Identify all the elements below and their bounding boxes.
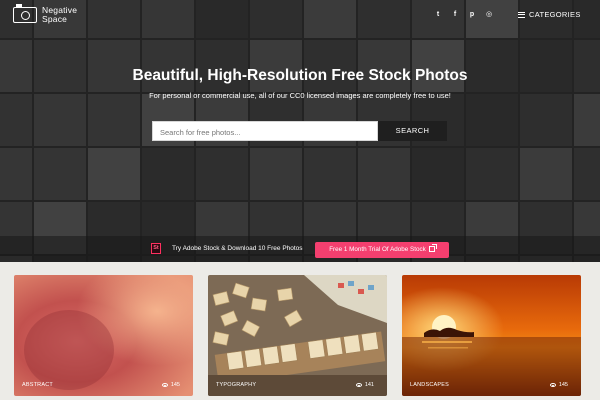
adobe-trial-button[interactable]: Free 1 Month Trial Of Adobe Stock	[315, 242, 449, 258]
hero-title: Beautiful, High-Resolution Free Stock Ph…	[132, 67, 468, 84]
trial-button-label: Free 1 Month Trial Of Adobe Stock	[329, 246, 426, 253]
hamburger-icon	[518, 11, 525, 18]
view-count: 141	[355, 382, 374, 388]
category-card-landscapes[interactable]: LANDSCAPES 145	[402, 275, 581, 396]
promo-text: Try Adobe Stock & Download 10 Free Photo…	[172, 245, 303, 252]
brand-name: Negative Space	[42, 5, 78, 24]
search-button[interactable]: SEARCH	[378, 121, 447, 141]
top-nav: Negative Space t f p ◎ CATEGORIES	[0, 0, 600, 30]
facebook-icon[interactable]: f	[452, 10, 458, 19]
eye-icon	[549, 383, 556, 387]
instagram-icon[interactable]: ◎	[486, 10, 492, 19]
category-label: ABSTRACT	[22, 382, 53, 388]
categories-label: CATEGORIES	[529, 10, 581, 19]
pinterest-icon[interactable]: p	[469, 10, 475, 19]
category-card-typography[interactable]: TYPOGRAPHY 141	[208, 275, 387, 396]
view-count-value: 141	[364, 382, 374, 388]
eye-icon	[355, 383, 362, 387]
search-box	[152, 121, 378, 142]
abstract-photo	[14, 275, 193, 396]
typography-photo	[208, 275, 387, 396]
category-label: LANDSCAPES	[410, 382, 449, 388]
camera-logo-icon	[13, 4, 37, 23]
adobe-stock-icon: St	[151, 243, 161, 254]
view-count-value: 145	[558, 382, 568, 388]
hero-subtitle: For personal or commercial use, all of o…	[149, 91, 451, 100]
category-card-abstract[interactable]: ABSTRACT 145	[14, 275, 193, 396]
hero-section: Negative Space t f p ◎ CATEGORIES Beauti…	[0, 0, 600, 262]
view-count-value: 145	[170, 382, 180, 388]
categories-menu-button[interactable]: CATEGORIES	[518, 10, 581, 19]
twitter-icon[interactable]: t	[435, 10, 441, 19]
external-link-icon	[428, 244, 437, 252]
search-input[interactable]	[153, 123, 377, 142]
view-count: 145	[161, 382, 180, 388]
social-links: t f p ◎	[435, 10, 492, 19]
view-count: 145	[549, 382, 568, 388]
category-label: TYPOGRAPHY	[216, 382, 257, 388]
landscapes-photo	[402, 275, 581, 396]
eye-icon	[161, 383, 168, 387]
site-logo[interactable]: Negative Space	[13, 4, 78, 24]
